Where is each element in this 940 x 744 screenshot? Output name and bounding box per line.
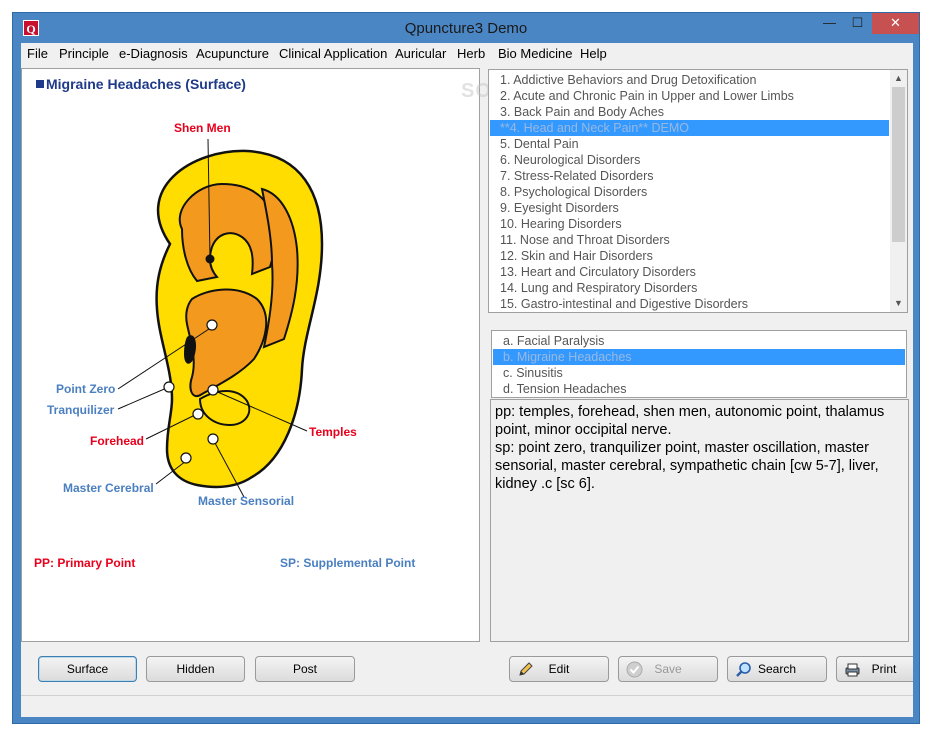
app-window: Q Qpuncture3 Demo — ☐ ✕ File Principle e… [12,12,920,724]
list-item[interactable]: 14. Lung and Respiratory Disorders [490,280,697,296]
list-item[interactable]: 8. Psychological Disorders [490,184,647,200]
vertical-scrollbar[interactable]: ▲ ▼ [890,70,907,312]
menu-acupuncture[interactable]: Acupuncture [196,46,269,61]
hidden-button[interactable]: Hidden [146,656,245,682]
client-area: File Principle e-Diagnosis Acupuncture C… [21,43,913,717]
list-item[interactable]: 11. Nose and Throat Disorders [490,232,670,248]
legend-primary-point: PP: Primary Point [34,556,135,570]
search-button[interactable]: Search [727,656,827,682]
surface-button[interactable]: Surface [38,656,137,682]
menu-e-diagnosis[interactable]: e-Diagnosis [119,46,188,61]
point-zero[interactable] [206,319,218,331]
subconditions-listbox[interactable]: a. Facial Paralysis b. Migraine Headache… [491,330,907,398]
conditions-listbox[interactable]: 1. Addictive Behaviors and Drug Detoxifi… [488,69,908,313]
menu-help[interactable]: Help [580,46,607,61]
menu-bio-medicine[interactable]: Bio Medicine [498,46,572,61]
list-item[interactable]: a. Facial Paralysis [493,333,905,349]
menu-principle[interactable]: Principle [59,46,109,61]
ear-diagram: Shen Men Point Zero Tranquilizer Forehea… [34,121,415,570]
legend-supplemental-point: SP: Supplemental Point [280,556,415,570]
list-item[interactable]: 1. Addictive Behaviors and Drug Detoxifi… [490,72,756,88]
list-item[interactable]: 2. Acute and Chronic Pain in Upper and L… [490,88,794,104]
label-tranquilizer: Tranquilizer [47,403,115,417]
point-forehead[interactable] [192,408,204,420]
menu-herb[interactable]: Herb [457,46,485,61]
list-item[interactable]: 12. Skin and Hair Disorders [490,248,653,264]
label-point-zero: Point Zero [56,382,115,396]
list-item[interactable]: 7. Stress-Related Disorders [490,168,654,184]
point-shen-men[interactable] [205,254,215,264]
scroll-down-icon[interactable]: ▼ [890,295,907,312]
printer-icon [845,663,860,677]
list-item[interactable]: d. Tension Headaches [493,381,905,397]
magnifier-icon [736,662,751,677]
supplemental-points-text: sp: point zero, tranquilizer point, mast… [495,440,879,492]
ear-diagram-panel: Migraine Headaches (Surface) Shen Men Po… [21,68,480,642]
search-label: Search [757,662,797,676]
scroll-thumb[interactable] [892,87,905,242]
print-button[interactable]: Print [836,656,913,682]
point-temples[interactable] [207,384,219,396]
menu-bar: File Principle e-Diagnosis Acupuncture C… [21,43,913,65]
leader-tranquilizer [117,386,170,410]
list-item[interactable]: 13. Heart and Circulatory Disorders [490,264,696,280]
list-item[interactable]: 3. Back Pain and Body Aches [490,104,664,120]
list-item[interactable]: 9. Eyesight Disorders [490,200,619,216]
label-master-cerebral: Master Cerebral [63,481,154,495]
checkmark-icon [626,661,643,678]
scroll-up-icon[interactable]: ▲ [890,70,907,87]
label-temples: Temples [309,425,357,439]
label-shen-men: Shen Men [174,121,231,135]
list-item[interactable]: 6. Neurological Disorders [490,152,640,168]
window-title: Qpuncture3 Demo [404,20,528,37]
post-button[interactable]: Post [255,656,355,682]
status-bar [21,695,913,717]
pencil-icon [519,662,533,676]
title-bar[interactable]: Q Qpuncture3 Demo — ☐ ✕ [13,13,919,43]
list-item[interactable]: 15. Gastro-intestinal and Digestive Diso… [490,296,748,312]
edit-button[interactable]: Edit [509,656,609,682]
menu-clinical-application[interactable]: Clinical Application [279,46,387,61]
maximize-button[interactable]: ☐ [844,13,871,34]
menu-file[interactable]: File [27,46,48,61]
minimize-button[interactable]: — [816,13,843,34]
close-button[interactable]: ✕ [872,13,919,34]
menu-auricular[interactable]: Auricular [395,46,446,61]
list-item[interactable]: c. Sinusitis [493,365,905,381]
save-label: Save [654,662,682,676]
label-forehead: Forehead [90,434,144,448]
primary-points-text: pp: temples, forehead, shen men, autonom… [495,404,885,438]
point-tranquilizer[interactable] [163,381,175,393]
save-button[interactable]: Save [618,656,718,682]
label-master-sensorial: Master Sensorial [198,494,294,508]
list-item-selected[interactable]: b. Migraine Headaches [493,349,905,365]
list-item[interactable]: 5. Dental Pain [490,136,579,152]
list-item-selected[interactable]: **4. Head and Neck Pain** DEMO [490,120,889,136]
list-item[interactable]: 10. Hearing Disorders [490,216,622,232]
point-master-sensorial[interactable] [207,433,219,445]
details-textarea[interactable]: pp: temples, forehead, shen men, autonom… [490,399,909,642]
point-master-cerebral[interactable] [180,452,192,464]
edit-label: Edit [548,662,570,676]
